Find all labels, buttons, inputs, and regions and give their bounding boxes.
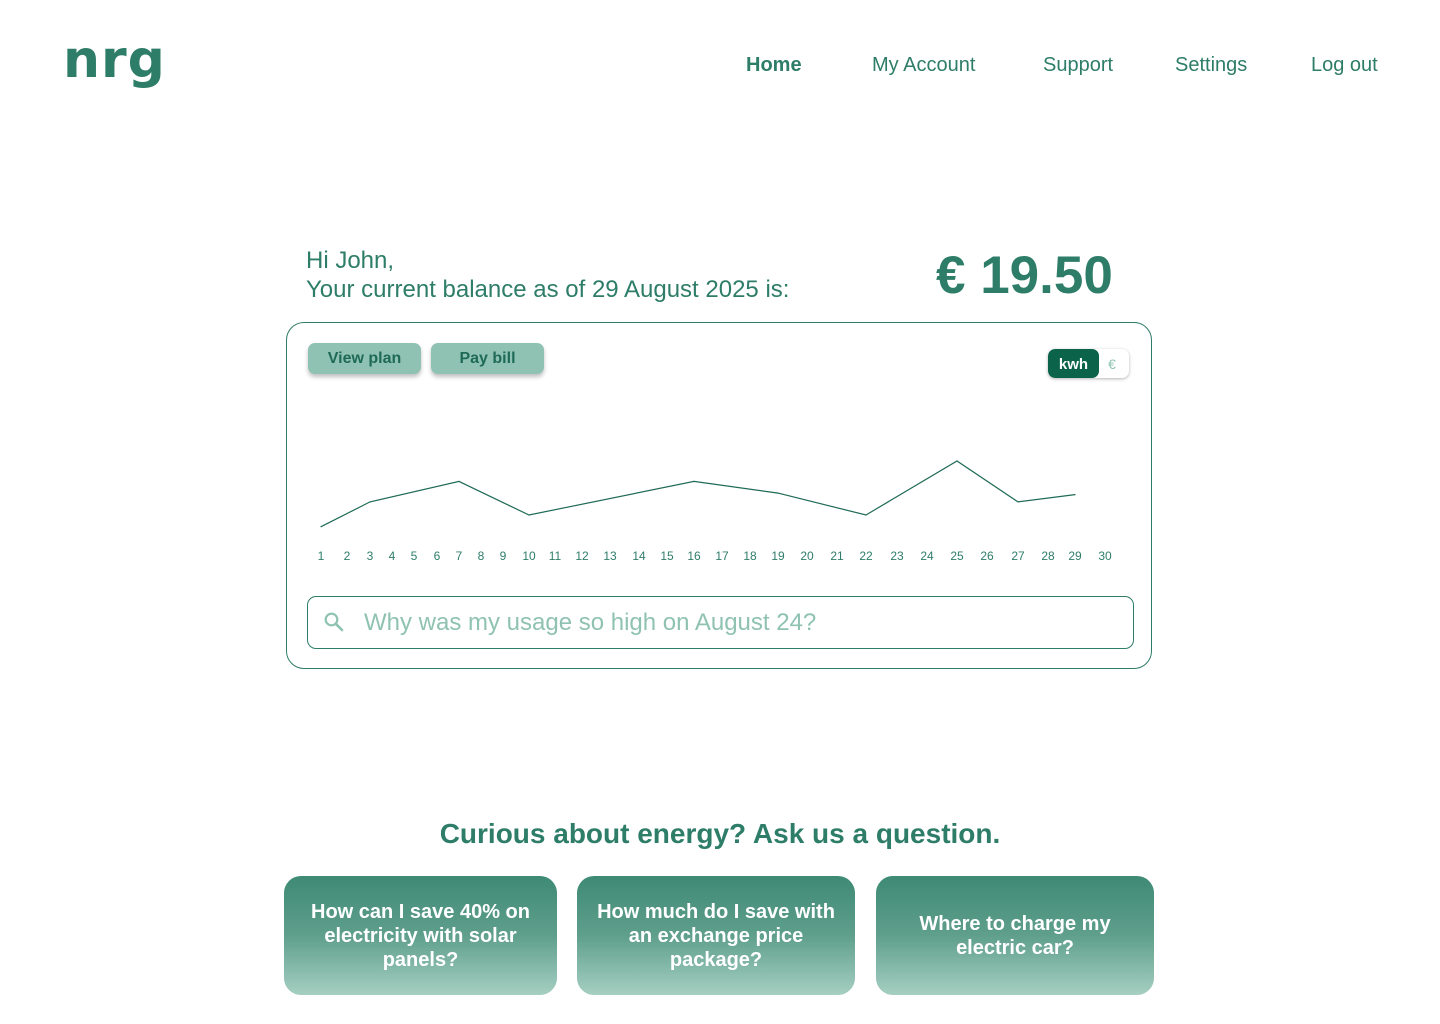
usage-data-point — [320, 526, 322, 528]
x-tick-label: 3 — [367, 549, 374, 563]
balance-amount: € 19.50 — [936, 246, 1113, 305]
x-tick-label: 22 — [859, 549, 873, 563]
x-tick-label: 25 — [950, 549, 964, 563]
question-card-charge-car[interactable]: Where to charge my electric car? — [876, 876, 1154, 995]
x-tick-label: 30 — [1098, 549, 1112, 563]
usage-data-point — [528, 514, 530, 516]
x-tick-label: 15 — [660, 549, 674, 563]
greeting: Hi John, Your current balance as of 29 A… — [306, 246, 789, 304]
top-nav: Home My Account Support Settings Log out — [0, 52, 1440, 78]
x-tick-label: 27 — [1011, 549, 1025, 563]
nav-support[interactable]: Support — [1043, 52, 1113, 78]
x-tick-label: 10 — [522, 549, 536, 563]
x-tick-label: 4 — [389, 549, 396, 563]
balance-caption: Your current balance as of 29 August 202… — [306, 276, 790, 303]
usage-series-line — [320, 460, 1076, 528]
x-tick-label: 16 — [687, 549, 701, 563]
x-tick-label: 26 — [980, 549, 994, 563]
question-search[interactable]: Why was my usage so high on August 24? — [307, 596, 1134, 649]
x-tick-label: 13 — [603, 549, 617, 563]
nav-settings[interactable]: Settings — [1175, 52, 1247, 78]
usage-data-point — [777, 492, 779, 494]
usage-card: View plan Pay bill kwh € 1 2 3 4 5 6 7 8 9 10 11 12… — [286, 322, 1152, 669]
x-tick-label: 14 — [632, 549, 646, 563]
x-tick-label: 24 — [920, 549, 934, 563]
x-tick-label: 21 — [830, 549, 844, 563]
x-tick-label: 7 — [456, 549, 463, 563]
x-tick-label: 1 — [318, 549, 325, 563]
x-tick-label: 19 — [771, 549, 785, 563]
x-tick-label: 11 — [549, 549, 562, 563]
x-tick-label: 2 — [344, 549, 351, 563]
usage-data-point — [865, 514, 867, 516]
question-card-exchange-price[interactable]: How much do I save with an exchange pric… — [577, 876, 855, 995]
ask-heading: Curious about energy? Ask us a question. — [439, 818, 1001, 849]
x-tick-label: 29 — [1068, 549, 1082, 563]
x-tick-label: 5 — [411, 549, 418, 563]
nav-log-out[interactable]: Log out — [1311, 52, 1378, 78]
usage-data-point — [1017, 501, 1019, 503]
greeting-name: Hi John, — [306, 247, 395, 274]
x-tick-label: 20 — [800, 549, 814, 563]
usage-data-point — [956, 460, 958, 462]
search-placeholder[interactable]: Why was my usage so high on August 24? — [364, 597, 816, 648]
usage-data-point — [458, 480, 460, 482]
x-tick-label: 23 — [890, 549, 904, 563]
usage-line-chart: 1 2 3 4 5 6 7 8 9 10 11 12 13 14 15 16 17 18 19 20 21 22 23 24 2… — [318, 460, 1112, 563]
search-icon — [324, 612, 344, 632]
x-tick-label: 28 — [1041, 549, 1055, 563]
x-tick-label: 9 — [500, 549, 507, 563]
nav-my-account[interactable]: My Account — [872, 52, 975, 78]
usage-data-point — [369, 501, 371, 503]
x-tick-label: 8 — [478, 549, 485, 563]
usage-data-point — [693, 480, 695, 482]
nav-home[interactable]: Home — [746, 52, 802, 78]
x-tick-label: 18 — [743, 549, 757, 563]
x-tick-label: 6 — [434, 549, 441, 563]
x-tick-label: 17 — [715, 549, 729, 563]
question-card-solar[interactable]: How can I save 40% on electricity with s… — [284, 876, 557, 995]
x-tick-label: 12 — [575, 549, 589, 563]
usage-data-point — [1074, 494, 1076, 496]
